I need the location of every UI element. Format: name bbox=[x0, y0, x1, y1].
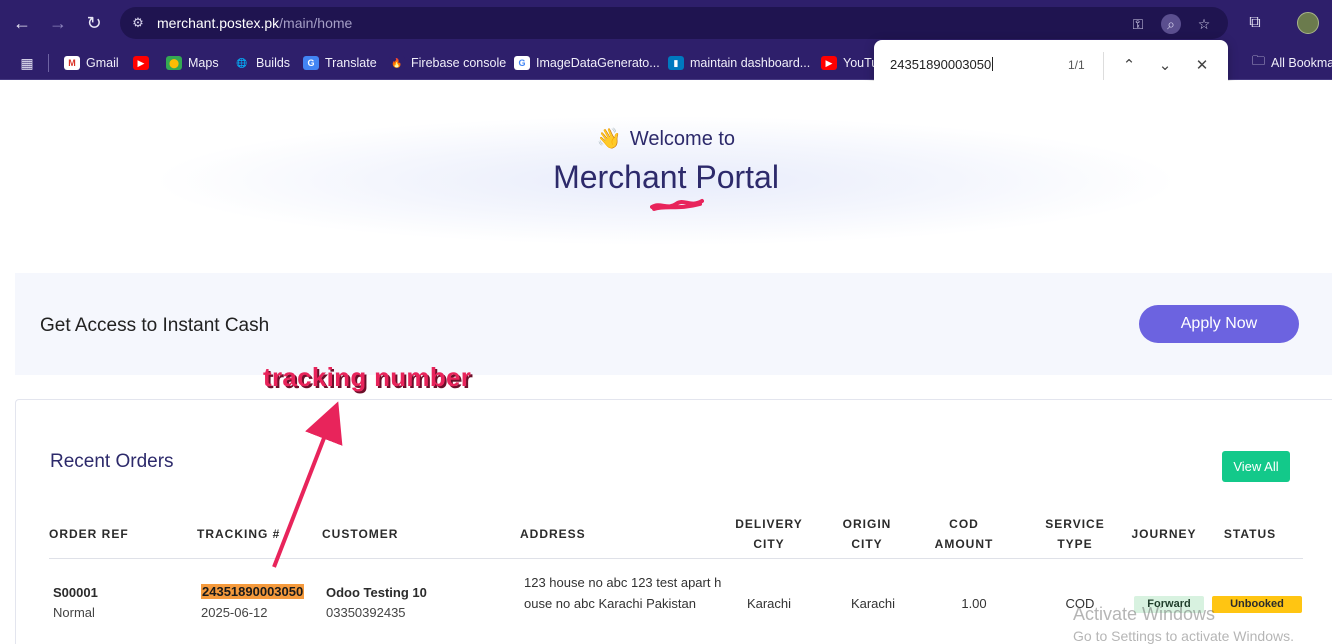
recent-orders-title: Recent Orders bbox=[50, 451, 174, 472]
google-icon: G bbox=[514, 56, 530, 70]
bookmark-youtu[interactable]: ▶ YouTu bbox=[821, 53, 878, 73]
bookmark-label: ImageDataGenerato... bbox=[536, 56, 660, 70]
status-badge: Unbooked bbox=[1212, 596, 1302, 613]
bookmark-label: Gmail bbox=[86, 56, 119, 70]
bookmark-maps[interactable]: ⬤ Maps bbox=[166, 53, 219, 73]
activate-windows-watermark: Activate Windows bbox=[1073, 604, 1216, 624]
page-title: Merchant Portal bbox=[553, 159, 779, 195]
bookmark-firebase-console[interactable]: 🔥 Firebase console bbox=[389, 53, 506, 73]
column-header-journey[interactable]: JOURNEY bbox=[1119, 524, 1209, 544]
column-header-customer[interactable]: CUSTOMER bbox=[322, 524, 398, 544]
bookmark-label: Translate bbox=[325, 56, 377, 70]
column-header-origin-city[interactable]: ORIGIN CITY bbox=[822, 514, 912, 554]
order-type: Normal bbox=[53, 605, 95, 620]
column-header-status[interactable]: STATUS bbox=[1205, 524, 1295, 544]
gmail-icon: M bbox=[64, 56, 80, 70]
annotation-label: tracking number bbox=[263, 362, 472, 392]
column-header-order-ref[interactable]: ORDER REF bbox=[49, 524, 129, 544]
find-divider bbox=[1103, 52, 1104, 80]
customer-name: Odoo Testing 10 bbox=[326, 585, 427, 600]
column-header-cod-amount[interactable]: COD AMOUNT bbox=[919, 514, 1009, 554]
apply-now-button[interactable]: Apply Now bbox=[1139, 305, 1299, 343]
apps-grid-icon[interactable]: ▦ bbox=[18, 54, 36, 72]
instant-cash-banner: Get Access to Instant Cash Apply Now bbox=[15, 273, 1332, 375]
instant-cash-text: Get Access to Instant Cash bbox=[40, 315, 270, 336]
folder-icon: 🗀 bbox=[1252, 53, 1266, 68]
maps-icon: ⬤ bbox=[166, 56, 182, 70]
bookmark-label: Maps bbox=[188, 56, 219, 70]
tracking-number[interactable]: 24351890003050 bbox=[201, 584, 305, 599]
bookmark-label: Firebase console bbox=[411, 56, 507, 70]
url-text[interactable]: merchant.postex.pk/main/home bbox=[157, 15, 352, 31]
bookmark-label: YouTu bbox=[843, 56, 879, 70]
trello-icon: ▮ bbox=[668, 56, 684, 70]
firebase-icon: 🔥 bbox=[389, 56, 405, 70]
bookmark-maintain-dashboard[interactable]: ▮ maintain dashboard... bbox=[668, 53, 810, 73]
find-match-count: 1/1 bbox=[1068, 58, 1085, 72]
find-match-highlight: 24351890003050 bbox=[201, 584, 305, 599]
profile-avatar[interactable] bbox=[1297, 12, 1319, 34]
globe-icon: 🌐 bbox=[234, 56, 250, 70]
view-all-button[interactable]: View All bbox=[1222, 451, 1290, 482]
find-in-page-icon[interactable]: ⌕ bbox=[1161, 14, 1181, 34]
waving-hand-icon: 👋 bbox=[596, 128, 622, 150]
cod-amount: 1.00 bbox=[961, 596, 987, 611]
activate-windows-hint: Go to Settings to activate Windows. bbox=[1073, 628, 1294, 644]
extensions-icon[interactable]: ⧉ bbox=[1243, 11, 1267, 35]
forward-icon[interactable]: → bbox=[46, 11, 70, 35]
column-header-service-type[interactable]: SERVICE TYPE bbox=[1030, 514, 1120, 554]
youtube-icon: ▶ bbox=[821, 56, 837, 70]
bookmark-gmail[interactable]: M Gmail bbox=[64, 53, 119, 73]
password-key-icon[interactable]: ⚿ bbox=[1128, 14, 1148, 34]
bookmark-label: Builds bbox=[256, 56, 291, 70]
translate-icon: G bbox=[303, 56, 319, 70]
bookmark-all-bookmarks[interactable]: 🗀 All Bookma bbox=[1252, 53, 1332, 73]
origin-city: Karachi bbox=[850, 596, 896, 611]
bookmark-youtube[interactable]: ▶ bbox=[133, 53, 149, 73]
column-header-tracking[interactable]: TRACKING # bbox=[197, 524, 280, 544]
bookmark-translate[interactable]: G Translate bbox=[303, 53, 377, 73]
address-bar[interactable]: ⚙ merchant.postex.pk/main/home ⚿ ⌕ ☆ bbox=[120, 7, 1228, 39]
find-input[interactable]: 24351890003050 bbox=[890, 57, 994, 72]
find-close-icon[interactable]: ✕ bbox=[1190, 54, 1214, 78]
find-next-icon[interactable]: ⌄ bbox=[1153, 54, 1177, 78]
order-address: 123 house no abc 123 test apart house no… bbox=[524, 575, 722, 611]
site-settings-icon[interactable]: ⚙ bbox=[130, 15, 146, 31]
bookmark-builds[interactable]: 🌐 Builds bbox=[234, 53, 290, 73]
back-icon[interactable]: ← bbox=[10, 11, 34, 35]
order-date: 2025-06-12 bbox=[201, 605, 268, 620]
bookmarks-divider bbox=[48, 54, 49, 72]
customer-phone: 03350392435 bbox=[326, 605, 406, 620]
column-header-delivery-city[interactable]: DELIVERY CITY bbox=[724, 514, 814, 554]
bookmark-star-icon[interactable]: ☆ bbox=[1194, 14, 1214, 34]
column-header-address[interactable]: ADDRESS bbox=[520, 524, 586, 544]
redaction-scribble bbox=[650, 199, 704, 211]
welcome-hero: 👋 Welcome to Merchant Portal bbox=[0, 81, 1332, 273]
bookmark-imagedatagenerato[interactable]: G ImageDataGenerato... bbox=[514, 53, 660, 73]
welcome-text: 👋 Welcome to bbox=[596, 128, 736, 150]
reload-icon[interactable]: ↻ bbox=[82, 11, 106, 35]
text-cursor bbox=[992, 57, 994, 71]
table-header-divider bbox=[49, 558, 1303, 559]
delivery-city: Karachi bbox=[746, 596, 792, 611]
youtube-icon: ▶ bbox=[133, 56, 149, 70]
bookmark-label: maintain dashboard... bbox=[690, 56, 811, 70]
find-previous-icon[interactable]: ⌃ bbox=[1117, 54, 1141, 78]
order-ref[interactable]: S00001 bbox=[53, 585, 98, 600]
